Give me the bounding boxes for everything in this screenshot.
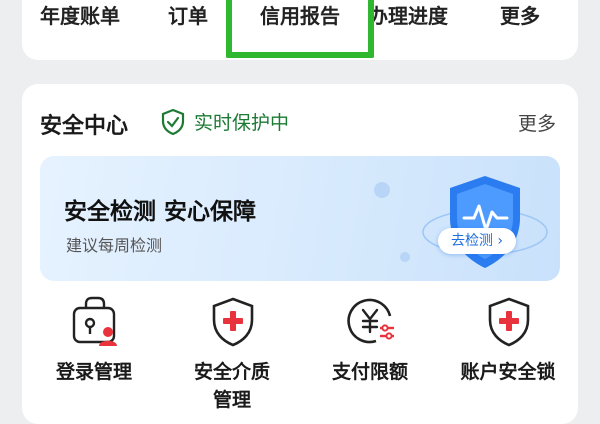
section-title: 安全中心 [40,114,129,139]
banner-subtitle: 建议每周检测 [66,236,163,255]
tab-progress[interactable]: 办理进度 [368,0,448,29]
yuan-limit-icon [347,298,394,344]
security-check-banner[interactable]: 安全检测 安心保障 建议每周检测 去检测 › [40,156,560,281]
banner-title: 安全检测 安心保障 [64,199,257,225]
tab-annual-bill[interactable]: 年度账单 [40,0,120,29]
item-label: 安全介质 管理 [193,361,270,411]
tab-more[interactable]: 更多 [500,0,540,29]
account-lock-item[interactable]: 账户安全锁 [448,296,568,406]
item-label: 账户安全锁 [460,361,556,383]
shield-pulse-icon [422,176,548,268]
shield-plus-icon [212,297,254,347]
login-management-item[interactable]: 登录管理 [34,296,154,406]
tab-orders[interactable]: 订单 [168,0,208,29]
security-media-item[interactable]: 安全介质 管理 [172,296,292,411]
item-label: 登录管理 [55,361,132,383]
shield-plus-icon [488,297,530,347]
lock-user-icon [72,296,117,346]
more-link[interactable]: 更多 [518,109,556,136]
shield-check-icon [161,108,185,136]
highlight-box [226,0,374,58]
item-label: 支付限额 [331,361,408,383]
protection-status: 实时保护中 [194,112,290,134]
bubble-decor [400,252,410,262]
check-now-button[interactable]: 去检测 › [438,228,516,254]
bubble-decor [374,182,390,198]
payment-limit-item[interactable]: 支付限额 [310,296,430,406]
